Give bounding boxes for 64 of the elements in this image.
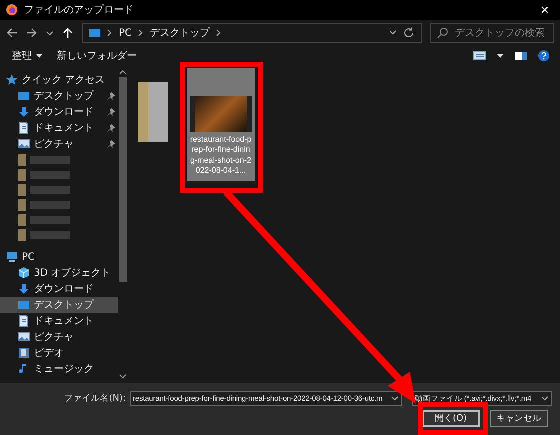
close-button[interactable]: ✕ xyxy=(530,0,560,20)
sidebar-item[interactable]: ミュージック xyxy=(0,361,118,377)
view-options-icon xyxy=(473,50,487,62)
refresh-icon xyxy=(403,27,415,39)
chevron-down-icon xyxy=(541,396,549,402)
help-icon xyxy=(538,50,550,62)
breadcrumb-item[interactable]: PC xyxy=(119,28,132,38)
chevron-down-icon xyxy=(391,396,399,402)
sidebar-item[interactable]: ドキュメント xyxy=(0,120,118,136)
blurred-item xyxy=(18,228,70,240)
monitor-icon xyxy=(18,299,30,311)
caret-icon xyxy=(497,54,504,58)
highlight-frame xyxy=(418,402,488,435)
chevron-down-icon xyxy=(119,374,127,380)
down-arrow-icon xyxy=(18,106,30,118)
picture-icon xyxy=(18,331,30,343)
sidebar-item[interactable]: デスクトップ xyxy=(0,297,118,313)
file-name-label: ファイル名(N): xyxy=(64,392,126,405)
sidebar-item[interactable]: ビデオ xyxy=(0,345,118,361)
sidebar-item[interactable]: クイック アクセス xyxy=(0,72,118,88)
file-tile[interactable]: restaurant-food-prep-for-fine-dining-meal-shot-on-2022-08-04-1... xyxy=(187,68,255,181)
sidebar-item[interactable]: ドキュメント xyxy=(0,313,118,329)
address-bar[interactable]: PC デスクトップ xyxy=(82,23,422,43)
sidebar-item[interactable]: ダウンロード xyxy=(0,281,118,297)
monitor-icon xyxy=(89,27,101,39)
sidebar-item[interactable]: ピクチャ xyxy=(0,329,118,345)
browser-logo-icon xyxy=(6,4,18,16)
picture-icon xyxy=(18,138,30,150)
blurred-item xyxy=(18,184,70,196)
blurred-item xyxy=(18,154,70,166)
back-arrow-icon xyxy=(6,27,18,39)
blurred-item xyxy=(18,198,70,210)
preview-pane-icon xyxy=(514,50,528,62)
computer-icon xyxy=(6,251,18,263)
sidebar-item[interactable]: PC xyxy=(0,249,118,265)
caret-icon xyxy=(36,54,43,58)
sidebar-item[interactable]: ダウンロード xyxy=(0,104,118,120)
monitor-icon xyxy=(18,90,30,102)
sidebar-item[interactable]: デスクトップ xyxy=(0,88,118,104)
sidebar-item[interactable]: 3D オブジェクト xyxy=(0,265,118,281)
blurred-item xyxy=(18,168,70,180)
chevron-right-icon xyxy=(137,28,146,38)
film-icon xyxy=(18,347,30,359)
forward-arrow-icon xyxy=(26,27,38,39)
chevron-right-icon xyxy=(106,28,114,38)
chevron-right-icon xyxy=(215,28,224,38)
blurred-item xyxy=(18,214,70,226)
new-folder-button[interactable]: 新しいフォルダー xyxy=(55,49,139,63)
cube-icon xyxy=(18,267,30,279)
sidebar-item[interactable]: ピクチャ xyxy=(0,136,118,152)
down-arrow-icon xyxy=(18,283,30,295)
up-arrow-icon xyxy=(62,27,74,39)
breadcrumb-item[interactable]: デスクトップ xyxy=(150,26,210,40)
chevron-up-icon xyxy=(119,69,127,75)
organize-button[interactable]: 整理 xyxy=(10,49,45,63)
file-name: restaurant-food-prep-for-fine-dining-meal-shot-on-2022-08-04-1... xyxy=(190,135,252,177)
window-title: ファイルのアップロード xyxy=(24,4,135,17)
video-thumbnail xyxy=(190,96,252,132)
search-icon xyxy=(437,27,449,39)
star-icon xyxy=(6,74,18,86)
cancel-button[interactable]: キャンセル xyxy=(490,410,548,427)
open-button[interactable]: 開く(O) xyxy=(422,410,480,427)
document-icon xyxy=(18,122,30,134)
document-icon xyxy=(18,315,30,327)
